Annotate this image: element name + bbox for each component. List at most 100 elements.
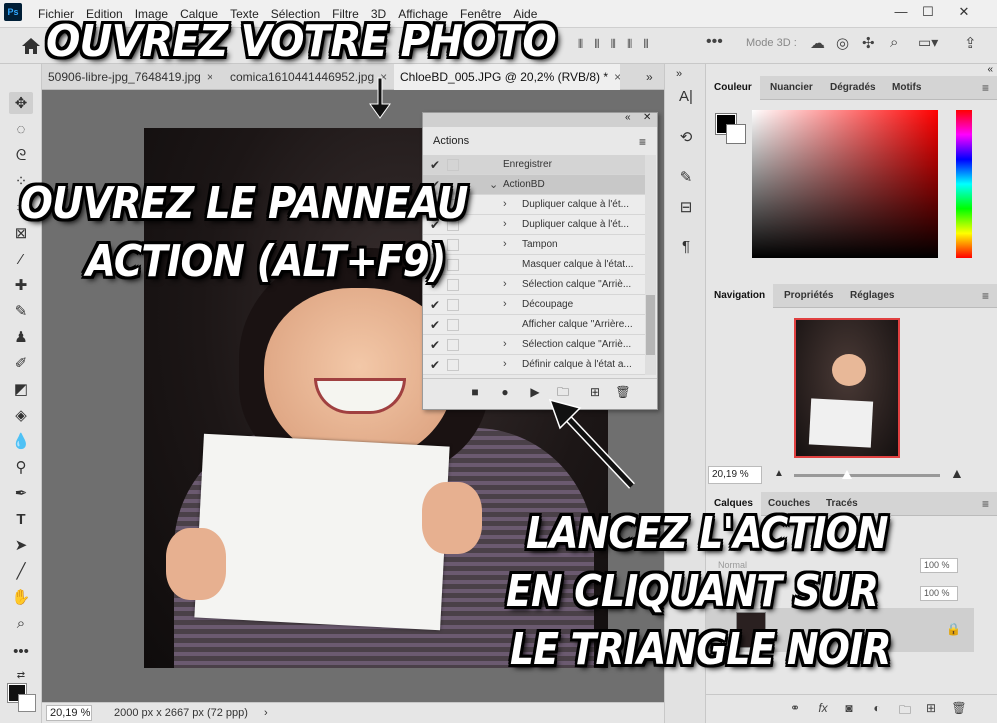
navigator-zoom-knob[interactable] bbox=[842, 470, 852, 479]
chevron-right-icon[interactable]: › bbox=[503, 238, 507, 250]
search-icon[interactable]: ⌕ bbox=[890, 34, 898, 51]
tab-nuancier[interactable]: Nuancier bbox=[762, 76, 821, 100]
check-icon[interactable]: ✔ bbox=[430, 158, 440, 172]
stamp-tool-icon[interactable]: ♟ bbox=[9, 326, 33, 348]
dialog-toggle[interactable] bbox=[447, 359, 459, 371]
pen-tool-icon[interactable]: ✒ bbox=[9, 482, 33, 504]
brush-tool-icon[interactable]: ✎ bbox=[9, 300, 33, 322]
healing-brush-tool-icon[interactable]: ✚ bbox=[9, 274, 33, 296]
opacity-field[interactable]: 100 % bbox=[920, 558, 958, 573]
paint-bucket-tool-icon[interactable]: ◈ bbox=[9, 404, 33, 426]
check-icon[interactable]: ✔ bbox=[430, 358, 440, 372]
tab-navigation[interactable]: Navigation bbox=[706, 284, 774, 308]
dialog-toggle[interactable] bbox=[447, 279, 459, 291]
lasso-tool-icon[interactable]: ᘓ bbox=[9, 144, 33, 166]
tabs-overflow-icon[interactable]: » bbox=[640, 64, 662, 90]
zoom-level-field[interactable]: 20,19 % bbox=[46, 705, 92, 721]
brush-settings-icon[interactable]: ⊟ bbox=[676, 198, 696, 218]
delete-layer-icon[interactable]: 🗑 bbox=[950, 701, 968, 717]
action-row[interactable]: ✔ › Définir calque à l'état a... bbox=[423, 355, 645, 375]
add-mask-icon[interactable]: ◙ bbox=[840, 701, 858, 717]
new-group-icon[interactable]: 🗀 bbox=[896, 701, 914, 717]
panel-menu-icon[interactable]: ≡ bbox=[982, 497, 989, 511]
check-icon[interactable]: ✔ bbox=[430, 298, 440, 312]
dialog-toggle[interactable] bbox=[447, 239, 459, 251]
chevron-right-icon[interactable]: › bbox=[503, 278, 507, 290]
layer-style-icon[interactable]: fx bbox=[814, 701, 832, 717]
more-options-icon[interactable]: ••• bbox=[706, 33, 723, 51]
collapse-left-icon[interactable]: » bbox=[669, 68, 689, 88]
navigator-zoom-slider[interactable] bbox=[794, 474, 940, 477]
link-layers-icon[interactable]: ⚭ bbox=[786, 701, 804, 717]
tab-actions[interactable]: Actions bbox=[425, 128, 478, 154]
record-icon[interactable]: ● bbox=[497, 384, 513, 400]
zoom-tool-icon[interactable]: ⌕ bbox=[9, 612, 33, 634]
history-panel-icon[interactable]: ⟲ bbox=[676, 128, 696, 148]
hue-slider[interactable] bbox=[956, 110, 972, 258]
eyedropper-tool-icon[interactable]: ⁄ bbox=[9, 248, 33, 270]
action-row[interactable]: ✔ › Découpage bbox=[423, 295, 645, 315]
panel-menu-icon[interactable]: ≡ bbox=[639, 135, 646, 149]
zoom-in-icon[interactable]: ▲ bbox=[950, 465, 964, 481]
background-color-swatch[interactable] bbox=[726, 124, 746, 144]
stop-icon[interactable]: ■ bbox=[467, 384, 483, 400]
adjustment-layer-icon[interactable]: ◐ bbox=[868, 701, 886, 717]
close-tab-icon[interactable]: × bbox=[614, 70, 620, 84]
chevron-right-icon[interactable]: › bbox=[503, 218, 507, 230]
path-selection-tool-icon[interactable]: ➤ bbox=[9, 534, 33, 556]
panel-menu-icon[interactable]: ≡ bbox=[982, 289, 989, 303]
action-row[interactable]: ✔ Afficher calque "Arrière... bbox=[423, 315, 645, 335]
close-tab-icon[interactable]: × bbox=[207, 70, 212, 84]
tab-document-1[interactable]: 50906-libre-jpg_7648419.jpg × bbox=[42, 64, 212, 90]
tab-reglages[interactable]: Réglages bbox=[842, 284, 902, 308]
home-icon[interactable] bbox=[20, 35, 42, 57]
chevron-right-icon[interactable]: › bbox=[503, 298, 507, 310]
edit-toolbar-icon[interactable]: ••• bbox=[9, 640, 33, 662]
dialog-toggle[interactable] bbox=[447, 259, 459, 271]
action-row[interactable]: ✔ Enregistrer bbox=[423, 155, 645, 175]
rotate-3d-icon[interactable]: ◎ bbox=[836, 34, 849, 52]
move-tool-icon[interactable]: ✥ bbox=[9, 92, 33, 114]
new-layer-icon[interactable]: ⊞ bbox=[922, 701, 940, 717]
action-row[interactable]: ✔ › Sélection calque "Arriè... bbox=[423, 275, 645, 295]
dialog-toggle[interactable] bbox=[447, 299, 459, 311]
play-icon[interactable]: ▶ bbox=[527, 384, 543, 400]
brushes-panel-icon[interactable]: ✎ bbox=[676, 168, 696, 188]
actions-panel-header[interactable]: « ✕ bbox=[423, 112, 657, 127]
close-window-button[interactable]: ✕ bbox=[946, 2, 982, 22]
maximize-button[interactable]: ☐ bbox=[910, 2, 946, 22]
align-icons[interactable]: ⫴ ⫴ ⫴ ⫴ ⫴ bbox=[578, 37, 653, 52]
background-color-swatch[interactable] bbox=[18, 694, 36, 712]
zoom-out-icon[interactable]: ▲ bbox=[774, 468, 784, 479]
chevron-right-icon[interactable]: › bbox=[503, 198, 507, 210]
dialog-toggle[interactable] bbox=[447, 159, 459, 171]
check-icon[interactable]: ✔ bbox=[430, 318, 440, 332]
dialog-toggle[interactable] bbox=[447, 319, 459, 331]
navigator-thumbnail[interactable] bbox=[794, 318, 900, 458]
navigator-zoom-field[interactable]: 20,19 % bbox=[708, 466, 762, 484]
eraser-tool-icon[interactable]: ◩ bbox=[9, 378, 33, 400]
history-brush-tool-icon[interactable]: ✐ bbox=[9, 352, 33, 374]
tab-degrades[interactable]: Dégradés bbox=[822, 76, 884, 100]
tab-motifs[interactable]: Motifs bbox=[884, 76, 929, 100]
tab-proprietes[interactable]: Propriétés bbox=[776, 284, 841, 308]
fill-field[interactable]: 100 % bbox=[920, 586, 958, 601]
type-tool-icon[interactable]: T bbox=[9, 508, 33, 530]
orbit-3d-icon[interactable]: ☁ bbox=[810, 34, 825, 52]
color-picker-field[interactable] bbox=[752, 110, 938, 258]
check-icon[interactable]: ✔ bbox=[430, 338, 440, 352]
share-icon[interactable]: ⇪ bbox=[964, 34, 977, 52]
action-row[interactable]: ✔ › Sélection calque "Arriè... bbox=[423, 335, 645, 355]
blur-tool-icon[interactable]: 💧 bbox=[9, 430, 33, 452]
pan-3d-icon[interactable]: ✣ bbox=[862, 34, 875, 52]
collapse-right-icon[interactable]: « bbox=[987, 64, 993, 75]
workspace-icon[interactable]: ▭▾ bbox=[918, 34, 938, 51]
paragraph-panel-icon[interactable]: ¶ bbox=[676, 238, 696, 258]
tab-couleur[interactable]: Couleur bbox=[706, 76, 760, 100]
collapse-panel-icon[interactable]: « bbox=[625, 112, 631, 123]
panel-menu-icon[interactable]: ≡ bbox=[982, 81, 989, 95]
hand-tool-icon[interactable]: ✋ bbox=[9, 586, 33, 608]
dodge-tool-icon[interactable]: ⚲ bbox=[9, 456, 33, 478]
chevron-right-icon[interactable]: › bbox=[503, 358, 507, 370]
swap-colors-icon[interactable]: ⇄ bbox=[9, 664, 33, 686]
